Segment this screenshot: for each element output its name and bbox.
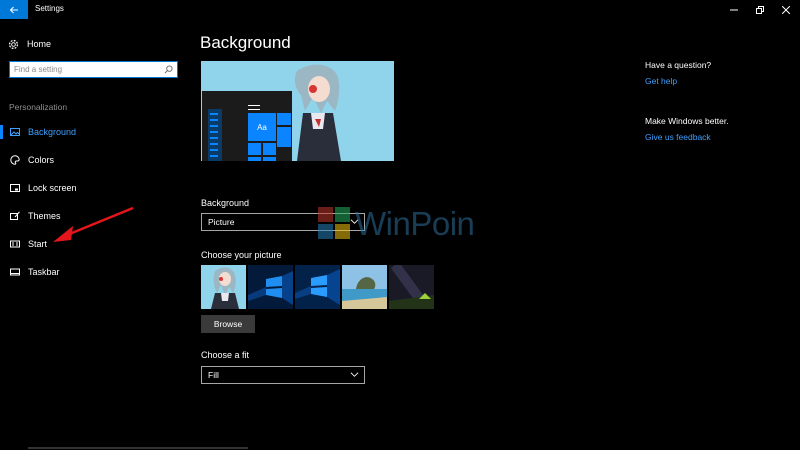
feedback-title: Make Windows better.: [645, 116, 729, 126]
preview-start-menu: Aa: [202, 91, 292, 161]
restore-button[interactable]: [747, 0, 773, 19]
back-button[interactable]: [0, 0, 28, 19]
fit-dropdown[interactable]: Fill: [201, 366, 365, 384]
fit-dropdown-value: Fill: [208, 370, 219, 380]
chevron-down-icon: [350, 372, 359, 377]
question-title: Have a question?: [645, 60, 712, 70]
search-icon: [164, 65, 173, 74]
taskbar-icon: [10, 268, 20, 276]
close-icon: [782, 5, 790, 14]
thumbnail-beach-rock[interactable]: [342, 265, 387, 309]
fit-label: Choose a fit: [201, 350, 250, 360]
page-title: Background: [200, 33, 291, 52]
picture-thumbnails: [201, 265, 434, 309]
back-arrow-icon: [9, 6, 18, 13]
choose-picture-label: Choose your picture: [201, 250, 282, 260]
scroll-indicator: [28, 447, 248, 449]
minimize-icon: [730, 9, 738, 10]
background-dropdown-value: Picture: [208, 217, 235, 227]
section-label-personalization: Personalization: [9, 102, 68, 112]
sidebar-item-lock-screen[interactable]: Lock screen: [0, 178, 190, 198]
background-label: Background: [201, 198, 250, 208]
thumbnail-anime-character[interactable]: [201, 265, 246, 309]
annotation-arrow-icon: [53, 206, 134, 242]
background-preview: Aa: [201, 61, 394, 161]
themes-icon: [10, 211, 20, 220]
sidebar-item-label: Colors: [28, 155, 55, 165]
start-icon: [10, 240, 20, 248]
minimize-button[interactable]: [721, 0, 747, 19]
picture-icon: [10, 128, 20, 136]
gear-icon: [8, 39, 19, 49]
sidebar-item-label: Taskbar: [28, 267, 60, 277]
sidebar-item-background[interactable]: Background: [0, 122, 190, 142]
sidebar-item-label: Background: [28, 127, 77, 137]
close-button[interactable]: [773, 0, 799, 19]
sidebar-item-taskbar[interactable]: Taskbar: [0, 262, 190, 282]
watermark: WinPoin: [318, 205, 475, 243]
preview-tile-text: Aa: [248, 113, 276, 141]
sidebar-item-colors[interactable]: Colors: [0, 150, 190, 170]
search-input[interactable]: [14, 63, 159, 76]
restore-icon: [756, 5, 764, 14]
browse-button[interactable]: Browse: [201, 315, 255, 333]
lock-screen-icon: [10, 184, 20, 192]
get-help-link[interactable]: Get help: [645, 76, 677, 86]
winpoin-logo-icon: [318, 207, 350, 239]
palette-icon: [10, 155, 20, 165]
search-box[interactable]: [9, 61, 178, 78]
home-nav-item[interactable]: Home: [8, 37, 51, 51]
sidebar-item-label: Lock screen: [28, 183, 77, 193]
window-title: Settings: [35, 4, 64, 13]
thumbnail-night-sky-tent[interactable]: [389, 265, 434, 309]
thumbnail-windows-hero-1[interactable]: [248, 265, 293, 309]
feedback-link[interactable]: Give us feedback: [645, 132, 711, 142]
thumbnail-windows-hero-2[interactable]: [295, 265, 340, 309]
home-label: Home: [27, 39, 52, 49]
title-bar: Settings: [0, 0, 800, 19]
watermark-text: WinPoin: [355, 205, 475, 242]
